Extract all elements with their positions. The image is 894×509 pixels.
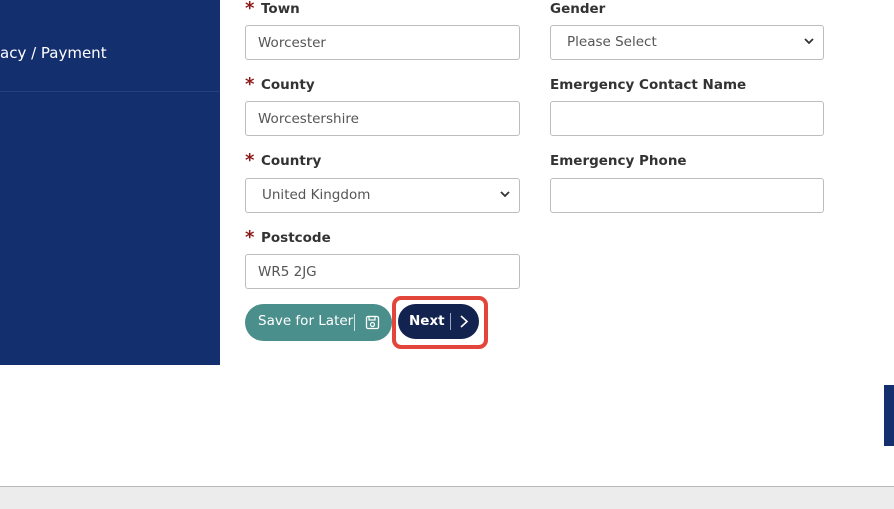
county-input[interactable]	[245, 101, 520, 136]
sidebar-item-privacy-payment[interactable]: acy / Payment	[0, 26, 220, 92]
gender-selected-value: Please Select	[567, 34, 657, 50]
county-label: County	[261, 77, 315, 93]
required-marker: *	[245, 150, 255, 171]
town-label: Town	[261, 1, 300, 17]
postcode-input[interactable]	[245, 254, 520, 289]
emergency-phone-label: Emergency Phone	[550, 153, 687, 169]
country-label: Country	[261, 153, 322, 169]
required-marker: *	[245, 74, 255, 95]
town-input[interactable]	[245, 25, 520, 60]
emergency-contact-name-label: Emergency Contact Name	[550, 77, 747, 93]
emergency-phone-input[interactable]	[550, 178, 824, 213]
save-for-later-label: Save for Later	[258, 313, 354, 329]
save-for-later-button[interactable]: Save for Later	[245, 304, 392, 341]
next-label: Next	[409, 313, 445, 329]
button-divider	[450, 313, 451, 330]
chevron-down-icon	[804, 38, 814, 45]
chevron-right-icon	[460, 315, 469, 328]
next-button[interactable]: Next	[398, 304, 479, 339]
button-divider	[354, 314, 355, 331]
side-tab[interactable]	[884, 385, 894, 446]
chevron-down-icon	[500, 191, 510, 198]
postcode-label: Postcode	[261, 230, 331, 246]
required-marker: *	[245, 227, 255, 248]
gender-select[interactable]: Please Select	[550, 25, 824, 60]
required-marker: *	[245, 0, 255, 19]
sidebar-item-label: acy / Payment	[0, 44, 107, 62]
emergency-contact-name-input[interactable]	[550, 101, 824, 136]
save-icon	[365, 315, 380, 330]
gender-label: Gender	[550, 1, 606, 17]
footer-bar	[0, 486, 894, 509]
country-selected-value: United Kingdom	[262, 187, 371, 203]
country-select[interactable]: United Kingdom	[245, 178, 520, 213]
sidebar: acy / Payment	[0, 0, 220, 365]
